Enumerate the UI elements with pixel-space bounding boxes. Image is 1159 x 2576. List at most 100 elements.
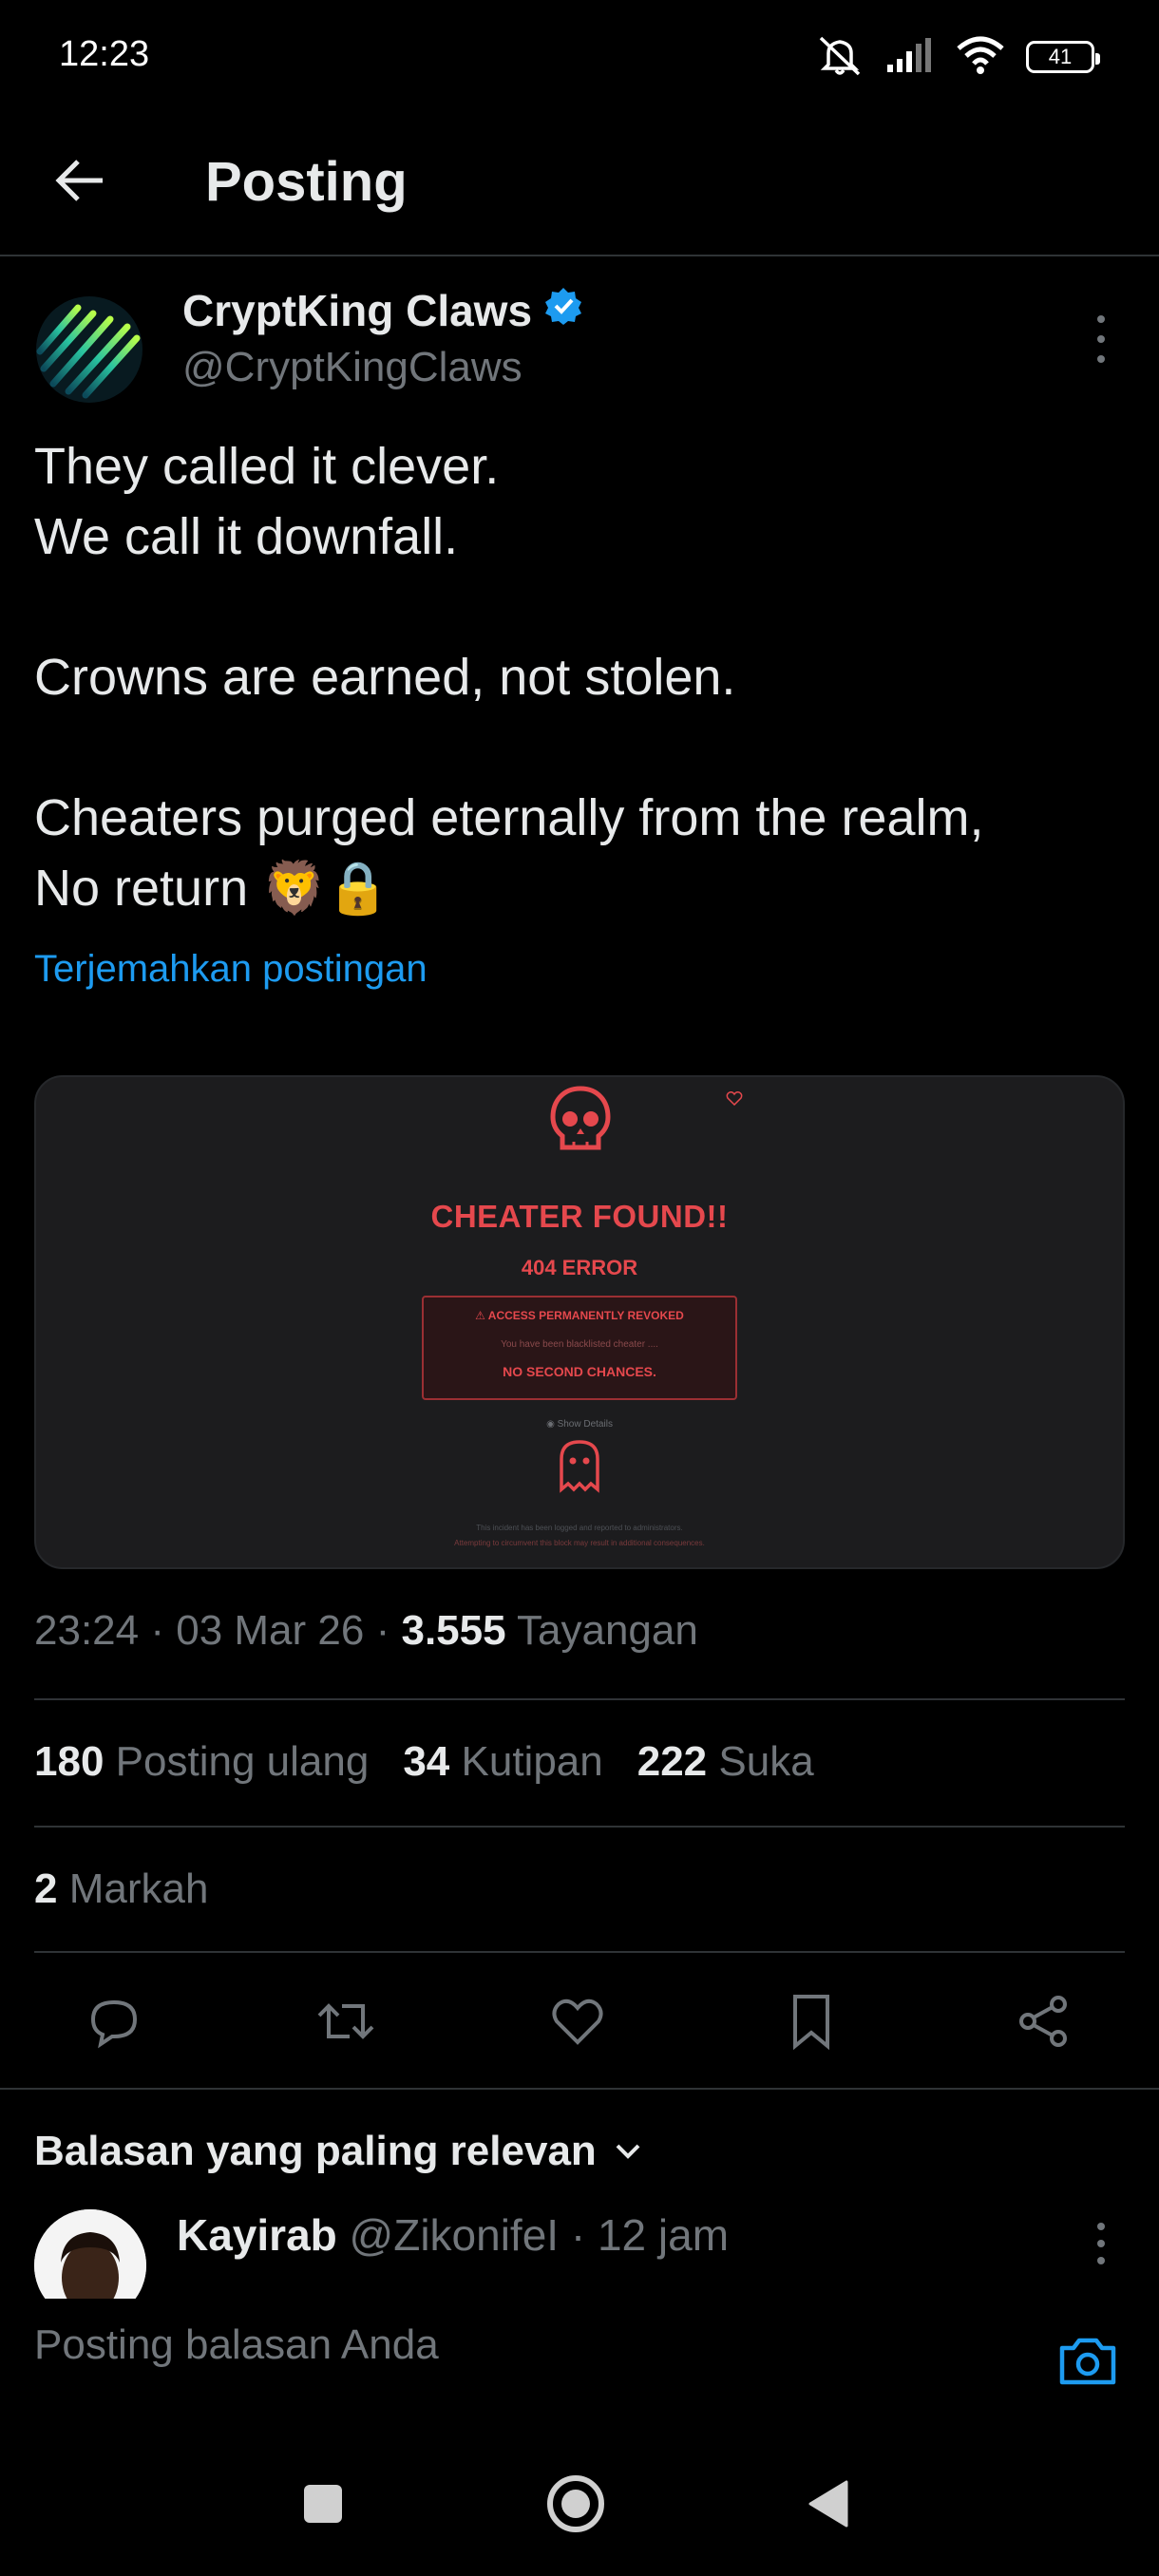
system-nav-bar (0, 2424, 1159, 2576)
like-button[interactable] (547, 1991, 608, 2052)
share-button[interactable] (1013, 1991, 1074, 2052)
media-alert-box: ⚠ ACCESS PERMANENTLY REVOKED You have be… (422, 1296, 737, 1400)
camera-button[interactable] (1054, 2327, 1121, 2394)
views-label: Tayangan (517, 1607, 698, 1654)
battery-icon: 41 (1026, 41, 1100, 73)
media-note: This incident has been logged and report… (476, 1524, 683, 1532)
bookmark-button[interactable] (781, 1991, 842, 2052)
reposts-label: Posting ulang (115, 1738, 370, 1785)
arrow-left-icon (55, 160, 103, 201)
quotes-stat[interactable]: 34 Kutipan (403, 1738, 602, 1786)
likes-stat[interactable]: 222 Suka (637, 1738, 814, 1786)
bookmarks-label: Markah (68, 1866, 209, 1912)
media-error-code: 404 ERROR (521, 1256, 638, 1279)
author-name[interactable]: CryptKing Claws (182, 285, 532, 336)
reply-compose-bar: Posting balasan Anda (0, 2299, 1159, 2426)
divider (34, 1698, 1125, 1700)
reply-author-handle[interactable]: @ZikonifeI (350, 2210, 560, 2260)
divider (34, 1951, 1125, 1953)
quotes-label: Kutipan (461, 1738, 603, 1785)
post-line: Crowns are earned, not stolen. (34, 649, 736, 706)
bookmarks-count: 2 (34, 1866, 58, 1912)
more-options-button[interactable] (1087, 315, 1115, 363)
post-line: Cheaters purged eternally from the realm… (34, 789, 984, 846)
dot (1097, 2240, 1105, 2247)
repost-icon (317, 2003, 374, 2039)
media-warning-note: Attempting to circumvent this block may … (454, 1539, 705, 1547)
media-alert-footer: NO SECOND CHANCES. (503, 1364, 656, 1379)
home-button[interactable] (538, 2466, 614, 2542)
signal-icon (885, 36, 935, 79)
post-line: No return 🦁🔒 (34, 860, 390, 917)
reply-header: Kayirab @ZikonifeI · 12 jam (177, 2209, 729, 2261)
wifi-icon (956, 35, 1005, 80)
ghost-icon (556, 1436, 603, 1498)
translate-link[interactable]: Terjemahkan postingan (34, 948, 428, 991)
likes-label: Suka (718, 1738, 814, 1785)
verified-badge-icon (543, 285, 583, 336)
reply-avatar[interactable] (34, 2209, 146, 2299)
replies-sort-label: Balasan yang paling relevan (34, 2128, 597, 2174)
likes-count: 222 (636, 1738, 708, 1785)
home-icon (547, 2475, 604, 2532)
reply-more-options-button[interactable] (1087, 2223, 1115, 2264)
mute-icon (815, 34, 864, 81)
dot (1097, 335, 1105, 343)
status-bar: 12:23 41 (0, 0, 1159, 114)
media-title: CHEATER FOUND!! (430, 1199, 729, 1234)
repost-button[interactable] (315, 1991, 376, 2052)
reposts-stat[interactable]: 180 Posting ulang (34, 1738, 369, 1786)
post-line-blank (34, 712, 1127, 783)
status-time: 12:23 (59, 34, 150, 74)
author-name-row[interactable]: CryptKing Claws (182, 285, 583, 336)
separator-dot: · (375, 1607, 402, 1654)
post-line: We call it downfall. (34, 508, 459, 565)
back-nav-button[interactable] (790, 2466, 866, 2542)
warning-icon: ⚠ (475, 1309, 488, 1322)
dot (1097, 2257, 1105, 2264)
top-app-bar: Posting (0, 123, 1159, 256)
post-media-image[interactable]: CHEATER FOUND!! 404 ERROR ⚠ ACCESS PERMA… (34, 1075, 1125, 1569)
share-icon (1019, 1996, 1067, 2047)
reply-button[interactable] (84, 1991, 144, 2052)
author-handle[interactable]: @CryptKingClaws (182, 344, 522, 391)
reply-author-name[interactable]: Kayirab (177, 2210, 337, 2260)
dot (1097, 2223, 1105, 2230)
post-text: They called it clever. We call it downfa… (34, 431, 1127, 923)
quotes-count: 34 (403, 1738, 450, 1785)
media-content: CHEATER FOUND!! 404 ERROR ⚠ ACCESS PERMA… (36, 1077, 1123, 1567)
author-avatar[interactable] (36, 296, 142, 403)
eye-icon: ◉ (546, 1419, 558, 1430)
reply-item[interactable]: Kayirab @ZikonifeI · 12 jam (0, 2204, 1159, 2299)
reply-input[interactable]: Posting balasan Anda (34, 2321, 439, 2369)
media-details-text: Show Details (557, 1419, 613, 1430)
reply-age: 12 jam (597, 2210, 730, 2260)
media-details-link: ◉ Show Details (36, 1419, 1123, 1430)
chevron-down-icon (616, 2144, 640, 2159)
divider (34, 1826, 1125, 1828)
media-alert-heading: ⚠ ACCESS PERMANENTLY REVOKED (424, 1309, 735, 1322)
recents-icon (304, 2485, 342, 2523)
post-meta: 23:24 · 03 Mar 26 · 3.555 Tayangan (34, 1607, 698, 1655)
bookmark-icon (793, 1995, 829, 2050)
reply-icon (90, 1999, 138, 2049)
action-bar (0, 1978, 1159, 2063)
separator-dot: · (570, 2210, 598, 2260)
back-button[interactable] (49, 150, 110, 211)
media-alert-subtext: You have been blacklisted cheater .... (501, 1339, 658, 1350)
bookmarks-stat[interactable]: 2 Markah (34, 1866, 208, 1913)
replies-sort-dropdown[interactable]: Balasan yang paling relevan (34, 2128, 642, 2175)
media-alert-heading-text: ACCESS PERMANENTLY REVOKED (487, 1309, 684, 1322)
separator-dot: · (150, 1607, 177, 1654)
reposts-count: 180 (34, 1738, 104, 1785)
post-line: They called it clever. (34, 438, 500, 495)
status-icons: 41 (815, 34, 1100, 81)
broken-heart-icon (726, 1090, 743, 1110)
camera-icon (1059, 2338, 1116, 2385)
divider (0, 2088, 1159, 2090)
skull-icon (545, 1083, 616, 1164)
recents-button[interactable] (285, 2466, 361, 2542)
post-time: 23:24 (34, 1607, 140, 1654)
dot (1097, 355, 1105, 363)
views-count[interactable]: 3.555 (401, 1607, 505, 1654)
